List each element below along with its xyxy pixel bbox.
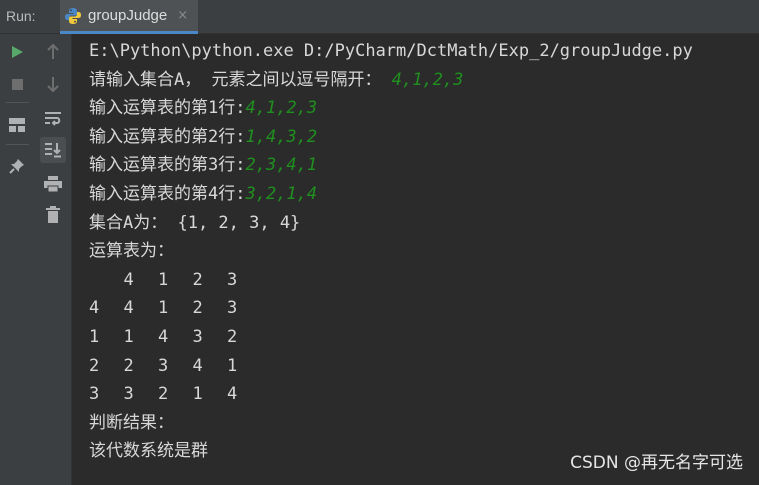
run-toolbar [0, 34, 35, 485]
pin-icon [9, 159, 24, 174]
table-cell: 1 [123, 326, 134, 347]
table-cell: 4 [123, 269, 134, 290]
row-input-value: 3,2,1,4 [245, 183, 318, 204]
tab-title: groupJudge [88, 7, 168, 24]
stop-icon [11, 78, 23, 90]
arrow-down-icon [47, 77, 59, 92]
table-cell: 4 [89, 298, 100, 319]
run-toolwindow-header: Run: groupJudge × [0, 0, 759, 34]
set-input-line: 请输入集合A， 元素之间以逗号隔开： 4,1,2,3 [89, 66, 754, 95]
clear-all-button[interactable] [40, 201, 66, 227]
table-title-line: 运算表为： [89, 241, 174, 262]
run-label: Run: [6, 8, 36, 24]
table-cell: 3 [89, 384, 100, 405]
table-cell: 2 [192, 269, 203, 290]
table-cell: 2 [158, 384, 169, 405]
table-cell: 4 [192, 355, 203, 376]
table-row: 3 3 2 1 4 [89, 380, 754, 409]
set-input-value: 4,1,2,3 [391, 69, 464, 90]
arrow-up-icon [47, 44, 59, 59]
soft-wrap-icon [45, 112, 61, 126]
scroll-to-end-icon [45, 143, 61, 158]
row-input-prompt: 输入运算表的第1行: [89, 98, 246, 119]
table-cell: 2 [89, 355, 100, 376]
close-icon[interactable]: × [177, 8, 188, 23]
run-icon [12, 46, 23, 58]
row-input-line: 输入运算表的第2行:1,4,3,2 [89, 123, 754, 152]
tab-groupjudge[interactable]: groupJudge × [60, 0, 199, 34]
soft-wrap-button[interactable] [40, 105, 66, 131]
next-occurrence-button[interactable] [40, 71, 66, 97]
table-cell: 3 [192, 326, 203, 347]
table-cell: 3 [123, 384, 134, 405]
scroll-to-end-button[interactable] [40, 137, 66, 163]
row-input-value: 4,1,2,3 [245, 98, 318, 119]
previous-occurrence-button[interactable] [40, 39, 66, 65]
watermark: CSDN @再无名字可选 [570, 453, 743, 473]
row-input-prompt: 输入运算表的第3行: [89, 155, 246, 176]
python-icon [65, 7, 81, 24]
row-input-value: 1,4,3,2 [245, 126, 318, 147]
table-row: 4 4 1 2 3 [89, 294, 754, 323]
trash-icon [46, 205, 60, 223]
table-cell: 2 [123, 355, 134, 376]
table-cell: 3 [158, 355, 169, 376]
layout-button[interactable] [4, 112, 30, 138]
table-cell: 4 [227, 384, 238, 405]
judge-title-line: 判断结果： [89, 412, 174, 433]
print-icon [44, 176, 62, 192]
table-cell: 2 [192, 298, 203, 319]
console-toolbar [35, 34, 72, 485]
table-cell: 4 [123, 298, 134, 319]
toolbar-separator [6, 144, 29, 145]
table-cell: 2 [227, 326, 238, 347]
row-input-line: 输入运算表的第4行:3,2,1,4 [89, 180, 754, 209]
table-row: 2 2 3 4 1 [89, 352, 754, 381]
row-input-prompt: 输入运算表的第2行: [89, 126, 246, 147]
console-output[interactable]: E:\Python\python.exe D:/PyCharm/DctMath/… [89, 37, 754, 466]
table-row: 1 1 4 3 2 [89, 323, 754, 352]
row-input-line: 输入运算表的第1行:4,1,2,3 [89, 94, 754, 123]
table-cell: 1 [158, 298, 169, 319]
set-input-prompt: 请输入集合A， 元素之间以逗号隔开： [89, 69, 392, 90]
run-button[interactable] [4, 39, 30, 65]
layout-icon [9, 118, 25, 132]
row-input-value: 2,3,4,1 [245, 155, 318, 176]
table-cell: 1 [227, 355, 238, 376]
print-button[interactable] [40, 171, 66, 197]
table-cell: 3 [227, 269, 238, 290]
table-cell: 3 [227, 298, 238, 319]
table-cell: 4 [158, 326, 169, 347]
set-result-line: 集合A为： {1, 2, 3, 4} [89, 212, 301, 233]
table-cell [89, 266, 124, 295]
row-input-line: 输入运算表的第3行:2,3,4,1 [89, 151, 754, 180]
row-input-prompt: 输入运算表的第4行: [89, 183, 246, 204]
stop-button[interactable] [4, 71, 30, 97]
command-line: E:\Python\python.exe D:/PyCharm/DctMath/… [89, 41, 693, 61]
pin-button[interactable] [4, 153, 30, 179]
toolbar-separator [6, 102, 29, 103]
table-cell: 1 [192, 384, 203, 405]
table-row: 4 1 2 3 [89, 266, 754, 295]
table-cell: 1 [89, 326, 100, 347]
table-cell: 1 [158, 269, 169, 290]
